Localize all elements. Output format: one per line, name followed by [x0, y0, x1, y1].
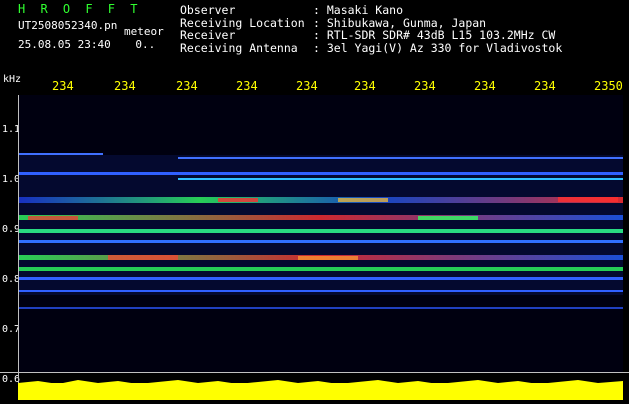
signal-trace [178, 157, 623, 159]
x-tick-label: 234 [52, 79, 74, 93]
signal-trace [18, 267, 623, 271]
x-tick-label: 234 [474, 79, 496, 93]
y-axis-line [18, 95, 19, 385]
x-tick-label: 2350 [594, 79, 623, 93]
x-tick-label: 234 [354, 79, 376, 93]
signal-trace [178, 178, 623, 180]
header: H R O F F T UT2508052340.pn meteor 25.08… [0, 0, 629, 70]
noise-layer [18, 155, 623, 295]
x-tick-label: 234 [114, 79, 136, 93]
datetime-value: 25.08.05 23:40 [18, 38, 111, 51]
filename-label: UT2508052340.pn [18, 19, 118, 32]
count-value: 0.. [135, 38, 156, 51]
signal-trace [18, 240, 623, 243]
x-tick-label: 234 [296, 79, 318, 93]
signal-trace [18, 290, 623, 292]
audio-level-svg [18, 380, 623, 400]
signal-trace [18, 172, 623, 175]
x-tick-label: 234 [534, 79, 556, 93]
signal-trace [18, 307, 623, 309]
info-label-antenna: Receiving Antenna [180, 40, 298, 55]
x-tick-label: 234 [414, 79, 436, 93]
x-axis-line [0, 372, 629, 373]
signal-trace [18, 153, 103, 155]
signal-trace [18, 197, 623, 203]
signal-trace [18, 229, 623, 233]
spectrogram-plot [18, 95, 623, 373]
signal-trace [18, 277, 623, 280]
x-tick-label: 234 [236, 79, 258, 93]
audio-level-bar [18, 380, 623, 400]
info-value-antenna: : 3el Yagi(V) Az 330 for Vladivostok [313, 40, 563, 55]
info-values: : Masaki Kano : Shibukawa, Gunma, Japan … [313, 4, 562, 54]
datetime-label: 25.08.05 23:40 0.. [18, 38, 155, 51]
meteor-label: meteor [124, 25, 164, 38]
signal-trace [18, 215, 623, 220]
info-labels: Observer Receiving Location Receiver Rec… [180, 4, 305, 54]
x-tick-label: 234 [176, 79, 198, 93]
y-unit-label: kHz [3, 74, 22, 85]
brand-label: H R O F F T [18, 2, 142, 16]
spectrogram-svg [18, 153, 623, 309]
